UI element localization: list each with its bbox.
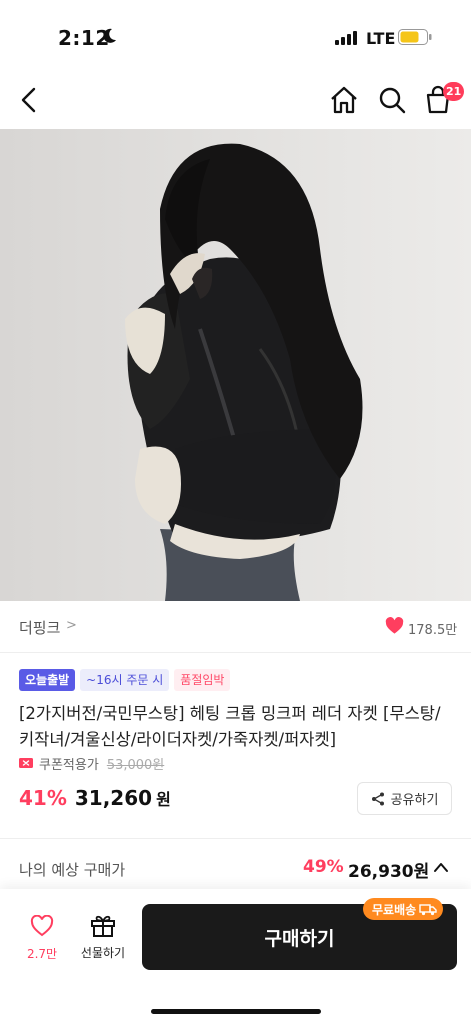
heart-icon[interactable]: [385, 617, 404, 635]
share-label: 공유하기: [390, 793, 439, 808]
gift-icon: [91, 915, 115, 937]
estimate-discount: 49%: [303, 857, 344, 877]
back-arrow-icon[interactable]: [14, 84, 46, 116]
bottom-action-bar: 2.7만 선물하기 구매하기 무료배송: [0, 889, 471, 1024]
chevron-up-icon[interactable]: [433, 860, 449, 874]
battery-icon: [398, 29, 432, 45]
chevron-right-icon: >: [66, 618, 77, 633]
moon-icon: [103, 28, 116, 43]
signal-icon: [335, 31, 357, 45]
truck-icon: [419, 903, 437, 915]
status-bar: 2:12 LTE: [0, 0, 471, 72]
sale-price: 31,260: [74, 786, 153, 810]
home-icon[interactable]: [328, 84, 360, 116]
share-icon: [371, 792, 384, 805]
product-title-line-1: [2가지버전/국민무스탕] 헤팅 크롭 밍크퍼 레더 자켓 [무스탕/: [19, 704, 441, 723]
original-price: 53,000원: [106, 757, 165, 773]
free-shipping-label: 무료배송: [372, 902, 417, 917]
product-tags: 오늘출발 ~16시 주문 시 품절임박: [19, 669, 231, 691]
share-button[interactable]: 공유하기: [357, 782, 452, 815]
price-row: 41% 31,260 원: [19, 786, 171, 812]
tag-order-deadline: ~16시 주문 시: [80, 669, 170, 691]
price-currency: 원: [156, 790, 171, 809]
estimate-price: 26,930원: [348, 862, 430, 882]
product-photo: [0, 129, 471, 601]
shop-name[interactable]: 더핑크: [19, 617, 60, 638]
top-nav: 21: [0, 76, 471, 128]
gift-label: 선물하기: [80, 946, 126, 960]
like-button[interactable]: 2.7만: [22, 915, 62, 962]
coupon-icon: [19, 758, 33, 768]
network-label: LTE: [366, 29, 396, 48]
estimated-price-row[interactable]: 나의 예상 구매가 49% 26,930원: [19, 856, 453, 882]
section-divider: [0, 838, 471, 839]
shop-like-count: 178.5만: [408, 623, 458, 638]
product-title: [2가지버전/국민무스탕] 헤팅 크롭 밍크퍼 레더 자켓 [무스탕/ 키작녀/…: [19, 701, 459, 753]
search-icon[interactable]: [376, 84, 408, 116]
free-shipping-badge: 무료배송: [363, 898, 444, 920]
discount-rate: 41%: [19, 786, 67, 810]
tag-soldout-soon: 품절임박: [174, 669, 231, 691]
product-image-gallery[interactable]: [0, 129, 471, 601]
tag-today-shipping: 오늘출발: [19, 669, 76, 691]
coupon-label: 쿠폰적용가: [39, 757, 99, 773]
heart-outline-icon: [30, 915, 54, 937]
product-title-line-2: 키작녀/겨울신상/라이더자켓/가죽자켓/퍼자켓]: [19, 730, 337, 749]
coupon-row: 쿠폰적용가 53,000원: [19, 754, 165, 773]
gift-button[interactable]: 선물하기: [76, 913, 130, 961]
shop-row[interactable]: 더핑크 > 178.5만: [0, 601, 471, 653]
estimate-label: 나의 예상 구매가: [19, 861, 126, 879]
like-count: 2.7만: [26, 947, 58, 961]
cart-count-badge: 21: [443, 82, 465, 101]
home-indicator: [151, 1009, 321, 1014]
